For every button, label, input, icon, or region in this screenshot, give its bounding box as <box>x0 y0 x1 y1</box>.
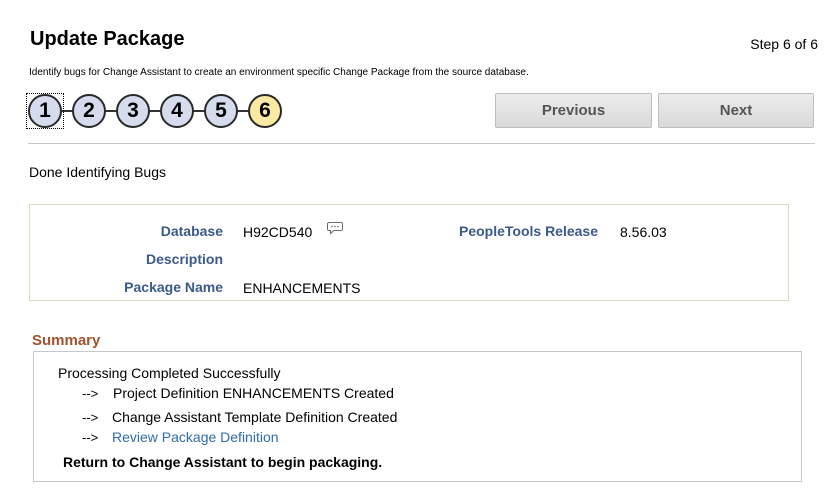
peopletools-release-label: PeopleTools Release <box>458 223 598 239</box>
summary-line-template: Change Assistant Template Definition Cre… <box>112 409 398 425</box>
review-package-link[interactable]: Review Package Definition <box>112 429 279 445</box>
next-button[interactable]: Next <box>658 93 814 128</box>
processing-status: Processing Completed Successfully <box>58 365 281 381</box>
description-label: Description <box>145 251 223 267</box>
status-text: Done Identifying Bugs <box>29 164 166 180</box>
summary-line-project: Project Definition ENHANCEMENTS Created <box>113 385 394 401</box>
step-train: 1 2 3 4 5 6 <box>26 93 288 129</box>
previous-button[interactable]: Previous <box>495 93 652 128</box>
instructions-text: Identify bugs for Change Assistant to cr… <box>29 67 529 78</box>
comment-icon[interactable] <box>327 221 343 235</box>
step-6-button[interactable]: 6 <box>248 94 282 128</box>
page-title: Update Package <box>30 28 185 50</box>
step-indicator: Step 6 of 6 <box>750 36 818 52</box>
summary-heading: Summary <box>32 332 101 349</box>
step-3-button[interactable]: 3 <box>116 94 150 128</box>
divider <box>28 143 815 144</box>
arrow-marker: --> <box>82 430 99 445</box>
package-name-label: Package Name <box>124 279 223 295</box>
peopletools-release-value: 8.56.03 <box>620 224 667 240</box>
return-message: Return to Change Assistant to begin pack… <box>63 454 383 470</box>
arrow-marker: --> <box>82 410 99 425</box>
arrow-marker: --> <box>82 386 99 401</box>
step-5-button[interactable]: 5 <box>204 94 238 128</box>
step-2-button[interactable]: 2 <box>72 94 106 128</box>
step-4-button[interactable]: 4 <box>160 94 194 128</box>
step-1-button[interactable]: 1 <box>28 94 62 128</box>
package-name-value: ENHANCEMENTS <box>243 280 361 296</box>
database-label: Database <box>160 223 223 239</box>
database-value: H92CD540 <box>243 224 313 240</box>
